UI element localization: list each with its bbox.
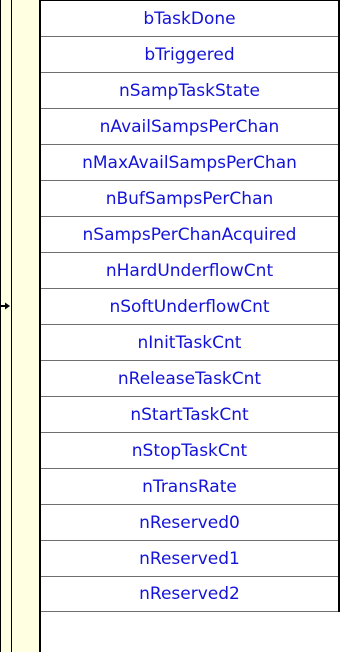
variable-row[interactable]: nStartTaskCnt bbox=[41, 396, 338, 432]
variable-row[interactable]: nMaxAvailSampsPerChan bbox=[41, 144, 338, 180]
variable-row[interactable]: nSoftUnderflowCnt bbox=[41, 288, 338, 324]
arrow-right-icon bbox=[0, 302, 10, 310]
row-marker-gutter bbox=[0, 0, 41, 652]
variable-row[interactable]: bTriggered bbox=[41, 36, 338, 72]
variable-row[interactable]: nBufSampsPerChan bbox=[41, 180, 338, 216]
variable-row[interactable]: nReserved2 bbox=[41, 576, 338, 612]
variable-row[interactable]: nSampsPerChanAcquired bbox=[41, 216, 338, 252]
variable-row[interactable]: nTransRate bbox=[41, 468, 338, 504]
variable-row[interactable]: nReserved0 bbox=[41, 504, 338, 540]
gutter-divider bbox=[11, 0, 12, 652]
variable-row[interactable]: nSampTaskState bbox=[41, 72, 338, 108]
variable-row[interactable]: nReleaseTaskCnt bbox=[41, 360, 338, 396]
variable-row[interactable]: nInitTaskCnt bbox=[41, 324, 338, 360]
variable-row[interactable]: nReserved1 bbox=[41, 540, 338, 576]
watch-panel: bTaskDone bTriggered nSampTaskState nAvailS… bbox=[0, 0, 343, 652]
variable-row[interactable]: nStopTaskCnt bbox=[41, 432, 338, 468]
variable-row[interactable]: bTaskDone bbox=[41, 0, 338, 36]
variable-row[interactable]: nHardUnderflowCnt bbox=[41, 252, 338, 288]
variable-row[interactable]: nAvailSampsPerChan bbox=[41, 108, 338, 144]
variable-list: bTaskDone bTriggered nSampTaskState nAvailS… bbox=[41, 0, 340, 612]
